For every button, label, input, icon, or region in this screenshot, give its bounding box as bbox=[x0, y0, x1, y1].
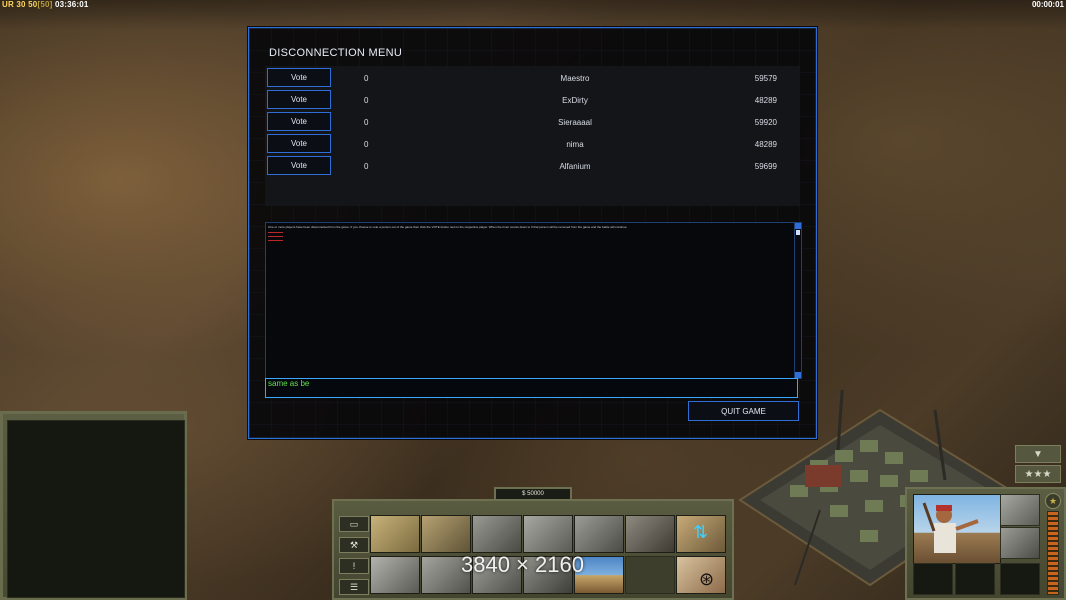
vote-count: 0 bbox=[364, 74, 369, 83]
cameo-palace[interactable] bbox=[574, 515, 624, 553]
cameo-upgrade-arrows[interactable]: ⇅ bbox=[676, 515, 726, 553]
vote-count: 0 bbox=[364, 96, 369, 105]
vote-button[interactable]: Vote bbox=[267, 156, 331, 175]
player-ping: 59699 bbox=[754, 162, 777, 171]
vote-button[interactable]: Vote bbox=[267, 68, 331, 87]
chevron-down-icon: ▼ bbox=[1033, 448, 1043, 460]
scroll-thumb[interactable] bbox=[796, 230, 800, 235]
player-name: Sieraaaal bbox=[558, 118, 592, 127]
minimap[interactable] bbox=[7, 420, 185, 598]
log-line-red: ▬▬▬▬▬ bbox=[268, 238, 283, 242]
windows-icon: ▭ bbox=[349, 518, 359, 529]
tab-buildings[interactable]: ▭ bbox=[339, 516, 369, 532]
cameo-barracks[interactable] bbox=[421, 515, 471, 553]
player-row: Vote 0 nima 48289 bbox=[265, 134, 800, 156]
alert-icon: ! bbox=[352, 561, 356, 571]
player-row: Vote 0 Alfanium 59699 bbox=[265, 156, 800, 178]
rank-stars-button[interactable]: ★★★ bbox=[1015, 465, 1061, 483]
player-name: ExDirty bbox=[562, 96, 588, 105]
ability-build[interactable] bbox=[1000, 494, 1040, 526]
fps-limit: [50] bbox=[37, 0, 53, 9]
terrain-shade bbox=[0, 0, 1066, 30]
scroll-up-arrow-icon[interactable] bbox=[795, 223, 801, 229]
radar-panel bbox=[0, 411, 187, 600]
unit-info-panel: ★ bbox=[905, 487, 1066, 600]
ability-slot-empty bbox=[955, 563, 995, 595]
vote-button[interactable]: Vote bbox=[267, 90, 331, 109]
player-row: Vote 0 Sieraaaal 59920 bbox=[265, 112, 800, 134]
player-name: nima bbox=[566, 140, 584, 149]
menu-icon: ☰ bbox=[349, 581, 359, 592]
arrows-icon: ⇅ bbox=[693, 522, 709, 542]
player-row: Vote 0 ExDirty 48289 bbox=[265, 90, 800, 112]
vote-button[interactable]: Vote bbox=[267, 112, 331, 131]
ability-repair[interactable] bbox=[1000, 527, 1040, 559]
rank-star-icon: ★ bbox=[1045, 493, 1061, 509]
cameo-camo-netting[interactable]: ⊛ bbox=[676, 556, 726, 594]
stars-icon: ★★★ bbox=[1024, 468, 1052, 480]
vote-count: 0 bbox=[364, 140, 369, 149]
vote-button[interactable]: Vote bbox=[267, 134, 331, 153]
tab-alert[interactable]: ! bbox=[339, 558, 369, 574]
fps-readout: UR 30 50[50] 03:36:01 bbox=[2, 0, 89, 9]
message-log: One or more players have been disconnect… bbox=[265, 222, 802, 379]
cameo-stinger-site[interactable] bbox=[625, 515, 675, 553]
cameo-command-center[interactable] bbox=[370, 515, 420, 553]
power-meter bbox=[1047, 511, 1059, 595]
player-name: Maestro bbox=[560, 74, 590, 83]
vote-count: 0 bbox=[364, 118, 369, 127]
ability-slot-empty bbox=[913, 563, 953, 595]
player-ping: 48289 bbox=[754, 96, 777, 105]
tab-options[interactable]: ☰ bbox=[339, 579, 369, 595]
worker-portrait[interactable] bbox=[913, 494, 1001, 564]
game-time: 03:36:01 bbox=[54, 0, 89, 9]
tab-repair[interactable]: ⚒ bbox=[339, 537, 369, 553]
player-row: Vote 0 Maestro 59579 bbox=[265, 68, 800, 90]
cameo-supply-truck[interactable] bbox=[370, 556, 420, 594]
cameo-empty-slot bbox=[625, 556, 675, 594]
cameo-supply-stash[interactable] bbox=[472, 515, 522, 553]
player-table: Vote 0 Maestro 59579 Vote 0 ExDirty 4828… bbox=[265, 66, 800, 206]
cameo-arms-dealer[interactable] bbox=[523, 515, 573, 553]
steering-wheel-icon: ⊛ bbox=[699, 569, 715, 589]
dialog-title: DISCONNECTION MENU bbox=[269, 47, 403, 59]
vote-count: 0 bbox=[364, 162, 369, 171]
message-scrollbar[interactable] bbox=[794, 223, 801, 378]
worker-figure-icon bbox=[922, 502, 979, 553]
ur-label: UR bbox=[2, 0, 14, 9]
ability-slot-empty bbox=[1000, 563, 1040, 595]
fps-value: 30 bbox=[16, 0, 26, 9]
command-bar: ▭ ⚒ ! ☰ ⇅ ⊛ bbox=[332, 499, 734, 600]
disconnection-dialog: DISCONNECTION MENU Vote 0 Maestro 59579 … bbox=[248, 27, 817, 439]
player-name: Alfanium bbox=[559, 162, 591, 171]
wrench-icon: ⚒ bbox=[349, 539, 359, 550]
chat-input[interactable]: same as be bbox=[265, 378, 798, 398]
player-ping: 59579 bbox=[754, 74, 777, 83]
collapse-arrow-button[interactable]: ▼ bbox=[1015, 445, 1061, 463]
player-ping: 48289 bbox=[754, 140, 777, 149]
disconnect-message: One or more players have been disconnect… bbox=[268, 225, 628, 229]
mission-timer: 00:00:01 bbox=[1031, 0, 1064, 9]
player-ping: 59920 bbox=[754, 118, 777, 127]
resolution-watermark: 3840 × 2160 bbox=[461, 552, 584, 577]
